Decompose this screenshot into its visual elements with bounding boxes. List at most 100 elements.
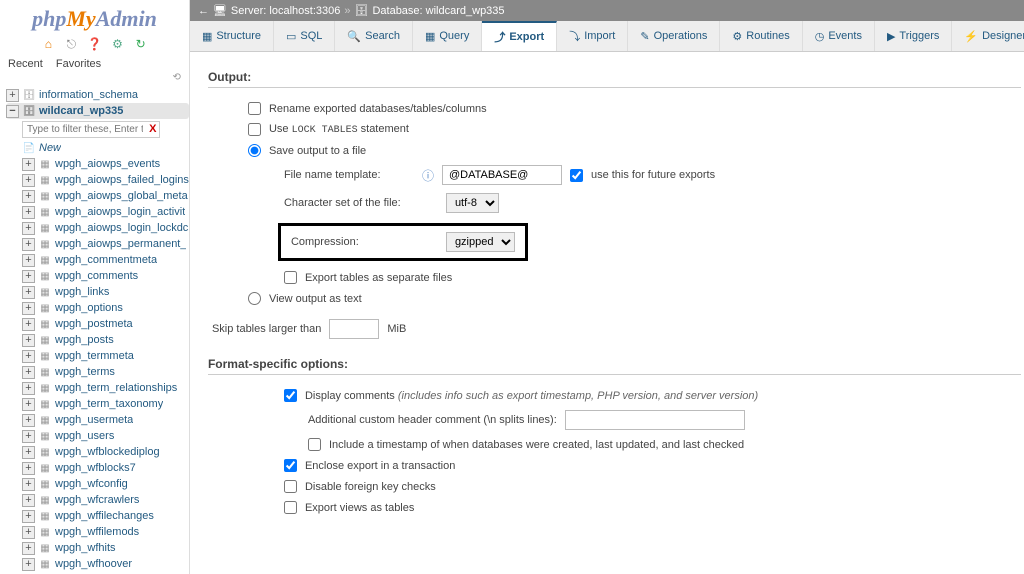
table-item[interactable]: +▦wpgh_wfcrawlers bbox=[22, 492, 189, 508]
expand-icon[interactable]: + bbox=[6, 89, 19, 102]
view-output-radio[interactable] bbox=[248, 292, 261, 305]
tab-query[interactable]: ▦Query bbox=[413, 21, 482, 51]
charset-select[interactable]: utf-8 bbox=[446, 193, 499, 213]
expand-icon[interactable]: + bbox=[22, 558, 35, 571]
lock-checkbox[interactable] bbox=[248, 123, 261, 136]
expand-icon[interactable]: + bbox=[22, 430, 35, 443]
expand-icon[interactable]: + bbox=[22, 382, 35, 395]
enclose-checkbox[interactable] bbox=[284, 459, 297, 472]
table-item[interactable]: +▦wpgh_wfhits bbox=[22, 540, 189, 556]
table-item[interactable]: +▦wpgh_wfblocks7 bbox=[22, 460, 189, 476]
expand-icon[interactable]: + bbox=[22, 254, 35, 267]
table-item[interactable]: +▦wpgh_options bbox=[22, 300, 189, 316]
tab-routines[interactable]: ⚙Routines bbox=[720, 21, 802, 51]
table-item[interactable]: +▦wpgh_aiowps_permanent_ bbox=[22, 236, 189, 252]
breadcrumb-db[interactable]: Database: wildcard_wp335 bbox=[372, 5, 504, 17]
tab-sql[interactable]: ▭SQL bbox=[274, 21, 335, 51]
views-checkbox[interactable] bbox=[284, 501, 297, 514]
table-item[interactable]: +▦wpgh_wfblockediplog bbox=[22, 444, 189, 460]
future-checkbox[interactable] bbox=[570, 169, 583, 182]
filter-input[interactable] bbox=[22, 121, 160, 138]
table-item[interactable]: +▦wpgh_wfhoover bbox=[22, 556, 189, 572]
table-item[interactable]: +▦wpgh_aiowps_events bbox=[22, 156, 189, 172]
tab-events[interactable]: ◷Events bbox=[803, 21, 875, 51]
timestamp-checkbox[interactable] bbox=[308, 438, 321, 451]
compression-select[interactable]: gzipped bbox=[446, 232, 515, 252]
settings-icon[interactable]: ⚙ bbox=[110, 36, 126, 52]
tab-export[interactable]: ⤴Export bbox=[482, 21, 557, 51]
table-item[interactable]: +▦wpgh_aiowps_global_meta bbox=[22, 188, 189, 204]
expand-icon[interactable]: + bbox=[22, 526, 35, 539]
tab-operations[interactable]: ✎Operations bbox=[628, 21, 720, 51]
table-item[interactable]: +▦wpgh_aiowps_failed_logins bbox=[22, 172, 189, 188]
table-item[interactable]: +▦wpgh_wfconfig bbox=[22, 476, 189, 492]
filename-input[interactable] bbox=[442, 165, 562, 185]
table-item[interactable]: +▦wpgh_wffilemods bbox=[22, 524, 189, 540]
expand-icon[interactable]: + bbox=[22, 366, 35, 379]
table-item[interactable]: +▦wpgh_postmeta bbox=[22, 316, 189, 332]
table-item[interactable]: +▦wpgh_aiowps_login_activit bbox=[22, 204, 189, 220]
help-icon[interactable]: ⓘ bbox=[422, 167, 434, 184]
table-item[interactable]: +▦wpgh_term_relationships bbox=[22, 380, 189, 396]
fk-checkbox[interactable] bbox=[284, 480, 297, 493]
table-item[interactable]: +▦wpgh_posts bbox=[22, 332, 189, 348]
tab-icon: ⤵ bbox=[569, 28, 580, 44]
header-comment-input[interactable] bbox=[565, 410, 745, 430]
docs-icon[interactable]: ❓ bbox=[86, 36, 102, 52]
expand-icon[interactable]: + bbox=[22, 542, 35, 555]
expand-icon[interactable]: + bbox=[22, 222, 35, 235]
tab-import[interactable]: ⤵Import bbox=[557, 21, 628, 51]
table-item[interactable]: +▦wpgh_commentmeta bbox=[22, 252, 189, 268]
table-item[interactable]: +▦wpgh_terms bbox=[22, 364, 189, 380]
collapse-icon[interactable]: ⟲ bbox=[0, 72, 189, 85]
save-radio[interactable] bbox=[248, 144, 261, 157]
table-item[interactable]: +▦wpgh_termmeta bbox=[22, 348, 189, 364]
expand-icon[interactable]: + bbox=[22, 414, 35, 427]
expand-icon[interactable]: + bbox=[22, 334, 35, 347]
expand-icon[interactable]: + bbox=[22, 446, 35, 459]
expand-icon[interactable]: + bbox=[22, 158, 35, 171]
expand-icon[interactable]: + bbox=[22, 510, 35, 523]
db-item-active[interactable]: − 🗄 wildcard_wp335 bbox=[6, 103, 189, 119]
home-icon[interactable]: ⌂ bbox=[40, 36, 56, 52]
tab-search[interactable]: 🔍Search bbox=[335, 21, 413, 51]
table-item[interactable]: +▦wpgh_users bbox=[22, 428, 189, 444]
expand-icon[interactable]: + bbox=[22, 238, 35, 251]
expand-icon[interactable]: + bbox=[22, 174, 35, 187]
favorites-link[interactable]: Favorites bbox=[56, 58, 101, 70]
recent-link[interactable]: Recent bbox=[8, 58, 43, 70]
expand-icon[interactable]: + bbox=[22, 302, 35, 315]
expand-icon[interactable]: + bbox=[22, 286, 35, 299]
logo[interactable]: phpMyAdmin bbox=[0, 0, 189, 34]
db-item[interactable]: + 🗄 information_schema bbox=[6, 87, 189, 103]
separate-checkbox[interactable] bbox=[284, 271, 297, 284]
breadcrumb-server[interactable]: Server: localhost:3306 bbox=[231, 5, 340, 17]
tab-structure[interactable]: ▦Structure bbox=[190, 21, 274, 51]
comments-checkbox[interactable] bbox=[284, 389, 297, 402]
collapse-icon[interactable]: − bbox=[6, 105, 19, 118]
table-item[interactable]: +▦wpgh_usermeta bbox=[22, 412, 189, 428]
expand-icon[interactable]: + bbox=[22, 190, 35, 203]
reload-icon[interactable]: ↻ bbox=[133, 36, 149, 52]
expand-icon[interactable]: + bbox=[22, 462, 35, 475]
logout-icon[interactable]: ⎋ bbox=[63, 36, 79, 52]
expand-icon[interactable]: + bbox=[22, 478, 35, 491]
expand-icon[interactable]: + bbox=[22, 318, 35, 331]
skip-input[interactable] bbox=[329, 319, 379, 339]
tab-designer[interactable]: ⚡Designer bbox=[952, 21, 1024, 51]
table-item[interactable]: +▦wpgh_term_taxonomy bbox=[22, 396, 189, 412]
expand-icon[interactable]: + bbox=[22, 270, 35, 283]
tab-triggers[interactable]: ▶Triggers bbox=[875, 21, 952, 51]
nav-left-icon[interactable]: ← bbox=[198, 5, 209, 17]
table-item[interactable]: +▦wpgh_wffilechanges bbox=[22, 508, 189, 524]
new-table[interactable]: 📄 New bbox=[22, 140, 189, 156]
expand-icon[interactable]: + bbox=[22, 350, 35, 363]
table-item[interactable]: +▦wpgh_links bbox=[22, 284, 189, 300]
filter-clear-icon[interactable]: X bbox=[149, 123, 156, 135]
rename-checkbox[interactable] bbox=[248, 102, 261, 115]
table-item[interactable]: +▦wpgh_comments bbox=[22, 268, 189, 284]
expand-icon[interactable]: + bbox=[22, 494, 35, 507]
table-item[interactable]: +▦wpgh_aiowps_login_lockdc bbox=[22, 220, 189, 236]
expand-icon[interactable]: + bbox=[22, 206, 35, 219]
expand-icon[interactable]: + bbox=[22, 398, 35, 411]
